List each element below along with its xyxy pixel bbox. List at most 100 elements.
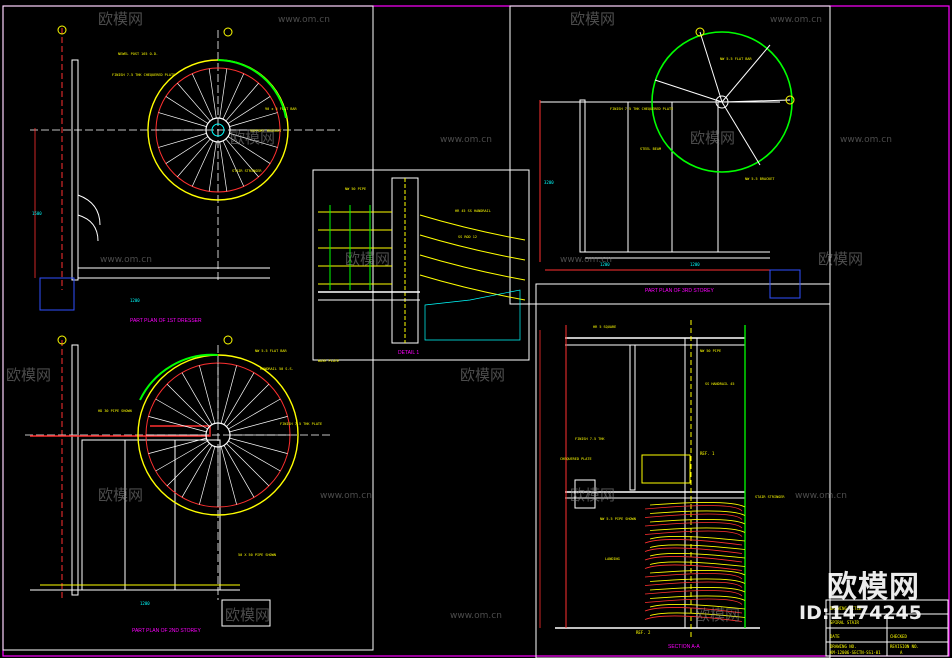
stair-tread-line bbox=[199, 446, 216, 505]
section-rail bbox=[644, 573, 743, 580]
dim-4: 3200 bbox=[544, 180, 554, 185]
svg-text:HR 5 SQUARE: HR 5 SQUARE bbox=[593, 325, 616, 329]
svg-text:HANDRAIL 50 S.S.: HANDRAIL 50 S.S. bbox=[260, 367, 294, 371]
svg-text:HR 45 SS HANDRAIL: HR 45 SS HANDRAIL bbox=[455, 209, 491, 213]
watermark-site-7: www.om.cn bbox=[320, 491, 372, 501]
watermark-site-3: www.om.cn bbox=[440, 135, 492, 145]
watermark-brand-2: 欧模网 bbox=[570, 10, 615, 28]
section-rail bbox=[644, 598, 743, 605]
dim-1: 1200 bbox=[130, 298, 140, 303]
svg-text:LANDING: LANDING bbox=[605, 557, 620, 561]
svg-text:NW 50 PIPE: NW 50 PIPE bbox=[345, 187, 366, 191]
watermark-site-9: www.om.cn bbox=[450, 611, 502, 621]
svg-text:NW 5.5 BRACKET: NW 5.5 BRACKET bbox=[745, 177, 775, 181]
watermark-brand-7: 欧模网 bbox=[6, 366, 51, 384]
viewport-plan-upper bbox=[2, 5, 374, 651]
svg-text:NW 5.5 PIPE SHOWN: NW 5.5 PIPE SHOWN bbox=[600, 517, 636, 521]
svg-text:NW 5.5 FLAT BAR: NW 5.5 FLAT BAR bbox=[720, 57, 753, 61]
tb-row-6: REVISION NO. bbox=[890, 644, 919, 649]
viewport-plan-right bbox=[509, 5, 831, 305]
watermark-brand-9: 欧模网 bbox=[98, 486, 143, 504]
stair-tread-line bbox=[166, 383, 210, 427]
dim-3: 1500 bbox=[32, 211, 42, 216]
watermark-brand-6: 欧模网 bbox=[818, 250, 863, 268]
svg-text:CHEQUERED PLATE: CHEQUERED PLATE bbox=[560, 457, 592, 461]
section-right: SECTION A-A REF. 1 REF. 2 HR 5 SQUARE NW… bbox=[539, 320, 785, 650]
watermark-logo: 欧模网 bbox=[827, 570, 920, 605]
stair-tread-line bbox=[229, 437, 288, 454]
svg-text:FINISH 7.5 THK CHEQUERED PLATE: FINISH 7.5 THK CHEQUERED PLATE bbox=[112, 73, 175, 77]
tb-row-7: KM-12006-SECTN-SS1-01 bbox=[830, 650, 881, 655]
plan-title-3: PART PLAN OF 3RD STOREY bbox=[645, 288, 714, 294]
svg-text:FINISH 7.5 THK CHEQUERED PLATE: FINISH 7.5 THK CHEQUERED PLATE bbox=[610, 107, 673, 111]
detail-title: DETAIL 1 bbox=[398, 350, 419, 356]
watermark-brand-10: 欧模网 bbox=[570, 486, 615, 504]
section-rail bbox=[644, 556, 743, 563]
watermark-brand-11: 欧模网 bbox=[225, 606, 270, 624]
plan-upper-left: PART PLAN OF 1ST DRESSER NEWEL POST 165 … bbox=[30, 25, 340, 324]
svg-text:90 x 5 FLAT BAR: 90 x 5 FLAT BAR bbox=[265, 107, 298, 111]
section-rail bbox=[644, 564, 743, 571]
svg-text:FINISH 7.5 THK PLATE: FINISH 7.5 THK PLATE bbox=[280, 422, 322, 426]
sheet-frame bbox=[2, 5, 950, 657]
watermark-id: ID:1474245 bbox=[799, 602, 922, 624]
svg-text:NW 50 PIPE: NW 50 PIPE bbox=[700, 349, 721, 353]
section-rail bbox=[644, 547, 743, 554]
svg-text:BASE PLATE: BASE PLATE bbox=[318, 359, 339, 363]
section-rail bbox=[644, 505, 743, 512]
stair-tread-line bbox=[226, 383, 270, 427]
ref-label-2: REF. 2 bbox=[636, 630, 651, 635]
cad-drawing-canvas: PART PLAN OF 1ST DRESSER NEWEL POST 165 … bbox=[2, 5, 950, 658]
stair-tread-line bbox=[158, 133, 207, 148]
svg-text:SS ROD 12: SS ROD 12 bbox=[458, 235, 477, 239]
stair-tread-line bbox=[220, 365, 237, 424]
stair-tread-line bbox=[229, 416, 288, 433]
stair-tread-line bbox=[148, 416, 207, 433]
watermark-site-6: www.om.cn bbox=[560, 255, 612, 265]
stair-tread-line bbox=[208, 68, 217, 119]
svg-text:NEWEL POST 165 O.D.: NEWEL POST 165 O.D. bbox=[118, 52, 158, 56]
stair-tread-line bbox=[219, 68, 228, 119]
svg-text:STAIR STRINGER: STAIR STRINGER bbox=[755, 495, 785, 499]
watermark-site-8: www.om.cn bbox=[795, 491, 847, 501]
watermark-brand-12: 欧模网 bbox=[695, 606, 740, 624]
watermark-brand-1: 欧模网 bbox=[98, 10, 143, 28]
watermark-site-4: www.om.cn bbox=[840, 135, 892, 145]
stair-tread-line bbox=[199, 365, 216, 424]
svg-text:STAIR STRINGER: STAIR STRINGER bbox=[232, 169, 262, 173]
svg-text:HD 30 PIPE SHOWN: HD 30 PIPE SHOWN bbox=[98, 409, 132, 413]
watermark-site-1: www.om.cn bbox=[278, 15, 330, 25]
section-title: SECTION A-A bbox=[668, 644, 700, 650]
tb-row-5: DRAWING NO. bbox=[830, 644, 857, 649]
section-rail bbox=[644, 522, 743, 529]
stair-tread-line bbox=[220, 446, 237, 505]
dim-6: 1200 bbox=[690, 262, 700, 267]
tb-row-4: CHECKED bbox=[890, 634, 907, 639]
watermark-brand-8: 欧模网 bbox=[460, 366, 505, 384]
watermark-site-5: www.om.cn bbox=[100, 255, 152, 265]
svg-text:50 X 50 PIPE SHOWN: 50 X 50 PIPE SHOWN bbox=[238, 553, 276, 557]
watermark-brand-3: 欧模网 bbox=[230, 129, 275, 147]
svg-text:STEEL BEAM: STEEL BEAM bbox=[640, 147, 661, 151]
section-rail bbox=[644, 581, 743, 588]
section-rail bbox=[644, 590, 743, 597]
watermark-brand-4: 欧模网 bbox=[690, 129, 735, 147]
plan-lower-left: PART PLAN OF 2ND STOREY NW 5.5 FLAT BAR … bbox=[25, 335, 330, 634]
svg-text:NW 5.5 FLAT BAR: NW 5.5 FLAT BAR bbox=[255, 349, 288, 353]
tb-row-3: DATE bbox=[830, 634, 840, 639]
stair-tread-line bbox=[208, 141, 217, 192]
plan-title-2: PART PLAN OF 2ND STOREY bbox=[132, 628, 201, 634]
watermark-site-2: www.om.cn bbox=[770, 15, 822, 25]
stair-tread-line bbox=[165, 136, 209, 164]
svg-text:SS HANDRAIL 45: SS HANDRAIL 45 bbox=[705, 382, 735, 386]
section-rail bbox=[644, 539, 743, 546]
viewport-section bbox=[535, 283, 831, 658]
stair-tread-line bbox=[165, 96, 209, 124]
stair-tread-line bbox=[158, 112, 207, 127]
section-rail bbox=[644, 530, 743, 537]
stair-tread-line bbox=[227, 96, 271, 124]
svg-text:FINISH 7.5 THK: FINISH 7.5 THK bbox=[575, 437, 605, 441]
stair-tread-line bbox=[166, 443, 210, 487]
detail-center: DETAIL 1 NW 50 PIPE HR 45 SS HANDRAIL SS… bbox=[318, 177, 526, 363]
tb-row-8: A bbox=[900, 650, 903, 655]
